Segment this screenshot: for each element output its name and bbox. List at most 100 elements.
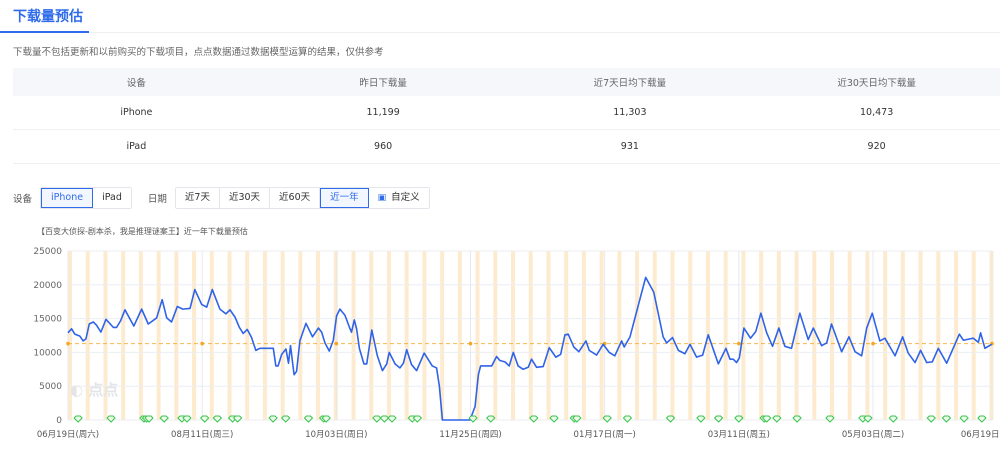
- description: 下载量不包括更新和以前购买的下载项目，点点数据通过数据模型运算的结果，仅供参考: [13, 47, 384, 58]
- version-update-marker: [73, 415, 83, 423]
- date-label: 日期: [147, 194, 167, 205]
- weekend-band: [776, 251, 781, 420]
- y-tick-label: 5000: [39, 382, 62, 392]
- weekend-band: [635, 251, 640, 420]
- weekend-band: [351, 251, 356, 420]
- version-update-marker: [379, 415, 390, 423]
- version-update-marker: [549, 415, 559, 423]
- version-update-marker: [772, 415, 782, 423]
- cell: 11,303: [613, 107, 647, 118]
- weekend-band: [422, 251, 427, 420]
- version-update-marker: [713, 415, 724, 423]
- average-point: [871, 341, 875, 346]
- range-60d-button[interactable]: 近60天: [270, 188, 321, 208]
- version-update-marker: [303, 415, 314, 423]
- weekend-band: [227, 251, 232, 420]
- weekend-band: [192, 251, 197, 420]
- weekend-band: [174, 251, 179, 420]
- version-update-marker: [412, 415, 423, 423]
- x-tick-label: 06月19日(周六): [37, 429, 99, 440]
- weekend-band: [936, 251, 941, 420]
- weekend-band: [688, 251, 693, 420]
- version-update-marker: [602, 415, 612, 423]
- version-update-marker: [959, 415, 969, 423]
- weekend-band: [386, 251, 391, 420]
- version-update-marker: [941, 415, 952, 423]
- average-point: [468, 341, 473, 346]
- weekend-band: [971, 251, 976, 420]
- weekend-band: [245, 251, 250, 420]
- weekend-band: [954, 251, 959, 420]
- version-update-marker: [863, 415, 873, 423]
- weekend-band: [121, 251, 126, 420]
- version-update-marker: [888, 415, 898, 423]
- table-row: iPhone 11,199 11,303 10,473: [13, 96, 1000, 130]
- version-update-marker: [622, 415, 633, 423]
- weekend-band: [829, 251, 834, 420]
- y-tick-label: 20000: [33, 281, 62, 291]
- device-ipad-button[interactable]: iPad: [93, 188, 131, 208]
- cell: 931: [620, 141, 639, 152]
- filter-bar: 设备 iPhone iPad 日期 近7天 近30天 近60天 近一年 ▣ 自定义: [13, 187, 446, 209]
- weekend-band: [723, 251, 728, 420]
- weekend-band: [599, 251, 604, 420]
- version-update-marker: [281, 415, 291, 423]
- version-update-marker: [268, 415, 278, 423]
- weekend-band: [493, 251, 498, 420]
- x-tick-label: 11月25日(周四): [439, 430, 501, 440]
- chart-title: 【百变大侦探-剧本杀，我是推理谜案王】近一年下载量预估: [37, 227, 248, 236]
- version-update-marker: [199, 415, 210, 423]
- version-update-marker: [232, 415, 243, 423]
- version-update-marker: [825, 415, 835, 423]
- cell: 10,473: [860, 107, 894, 118]
- tab-download-estimate[interactable]: 下载量预估: [13, 6, 83, 26]
- weekend-band: [262, 251, 267, 420]
- x-tick-label: 08月11日(周三): [171, 430, 233, 440]
- y-tick-label: 25000: [33, 247, 62, 257]
- weekend-band: [316, 251, 321, 420]
- table-header: 设备 昨日下载量 近7天日均下载量 近30天日均下载量: [13, 68, 1000, 96]
- range-30d-button[interactable]: 近30天: [220, 188, 271, 208]
- custom-range-button[interactable]: ▣ 自定义: [369, 188, 429, 208]
- version-update-marker: [529, 415, 539, 423]
- custom-label: 自定义: [391, 192, 420, 203]
- weekend-band: [989, 251, 994, 420]
- weekend-band: [156, 251, 161, 420]
- download-table: 设备 昨日下载量 近7天日均下载量 近30天日均下载量 iPhone 11,19…: [13, 68, 1000, 164]
- weekend-band: [546, 251, 551, 420]
- weekend-band: [617, 251, 622, 420]
- weekend-band: [670, 251, 675, 420]
- device-iphone-button[interactable]: iPhone: [41, 188, 94, 208]
- cell: iPad: [126, 141, 147, 152]
- weekend-band: [918, 251, 923, 420]
- weekend-band: [847, 251, 852, 420]
- weekend-band: [209, 251, 214, 420]
- cell: iPhone: [120, 107, 153, 118]
- version-update-marker: [696, 415, 706, 423]
- version-update-marker: [106, 415, 116, 423]
- range-7d-button[interactable]: 近7天: [176, 188, 220, 208]
- version-update-marker: [159, 415, 169, 423]
- average-point: [66, 341, 70, 346]
- y-tick-label: 10000: [33, 348, 62, 358]
- version-update-marker: [665, 415, 676, 423]
- range-1y-button[interactable]: 近一年: [320, 188, 369, 208]
- average-point: [200, 341, 204, 346]
- weekend-band: [528, 251, 533, 420]
- header-30day: 近30天日均下载量: [837, 78, 916, 89]
- weekend-band: [581, 251, 586, 420]
- weekend-band: [900, 251, 905, 420]
- weekend-band: [457, 251, 462, 420]
- calendar-icon: ▣: [377, 193, 387, 203]
- average-point: [737, 341, 741, 346]
- version-update-marker: [734, 415, 744, 423]
- weekend-band: [883, 251, 888, 420]
- x-tick-label: 01月17日(周一): [574, 430, 636, 440]
- weekend-band: [404, 251, 409, 420]
- weekend-band: [812, 251, 817, 420]
- weekend-band: [138, 251, 143, 420]
- download-chart: 0 5000 10000 15000 20000 25000 06月19日(周六) 08月11…: [33, 247, 1000, 440]
- active-tab-indicator: [0, 31, 89, 33]
- version-update-marker: [182, 415, 192, 423]
- version-update-marker: [486, 415, 496, 423]
